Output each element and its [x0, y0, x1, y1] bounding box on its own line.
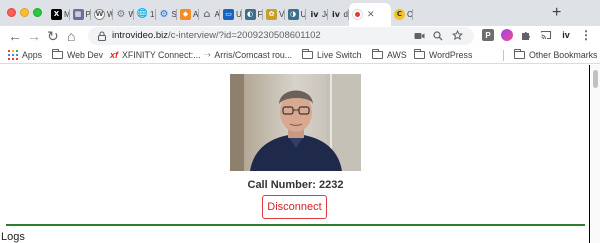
arrow-icon: ⤑	[204, 50, 211, 59]
zoom-icon[interactable]	[433, 31, 443, 41]
star-icon[interactable]	[452, 30, 463, 41]
folder-icon	[514, 49, 525, 59]
tab[interactable]: ◐Fr	[242, 3, 263, 25]
fr-favicon-icon: ◐	[244, 8, 256, 20]
apps-grid-icon	[8, 50, 18, 60]
xfinity-icon: xf	[110, 50, 119, 60]
c-favicon-icon: C	[394, 8, 405, 20]
tab[interactable]: ⚙ S	[156, 3, 178, 25]
extension-paint-icon[interactable]	[501, 29, 513, 41]
x-favicon-icon: X	[51, 8, 62, 20]
lock-icon[interactable]	[96, 30, 108, 42]
tab[interactable]: ◑ U	[285, 3, 306, 25]
tab[interactable]: ⚙ W	[113, 3, 134, 25]
bookmark-xfinity[interactable]: xf XFINITY Connect:...	[110, 49, 201, 61]
close-tab-icon[interactable]: ✕	[367, 9, 375, 20]
bookmark-label: Apps	[22, 50, 43, 60]
bookmark-label: XFINITY Connect:...	[122, 50, 201, 60]
scrollbar-thumb[interactable]	[593, 70, 598, 88]
bookmark-arris[interactable]: ⤑ Arris/Comcast rou...	[204, 49, 292, 61]
bookmark-wordpress[interactable]: WordPress	[414, 49, 472, 61]
bookmark-live-switch[interactable]: Live Switch	[302, 49, 362, 61]
folder-icon	[302, 49, 313, 59]
bookmark-label: Web Dev	[67, 50, 104, 60]
tab[interactable]: ivdi	[328, 3, 349, 25]
recording-favicon-icon	[352, 9, 363, 20]
wordpress-favicon-icon: W	[94, 8, 105, 20]
close-window-button[interactable]	[7, 8, 16, 17]
bookmark-label: Arris/Comcast rou...	[214, 50, 293, 60]
gear-favicon-icon: ⚙	[116, 8, 126, 20]
reload-button[interactable]: ↻	[47, 27, 59, 45]
disconnect-button[interactable]: Disconnect	[262, 195, 327, 219]
tab[interactable]: ⌂ A	[199, 3, 221, 25]
tab-label: C	[407, 9, 413, 19]
introvideo-extension-icon[interactable]: iv	[559, 29, 573, 41]
extensions-puzzle-icon[interactable]	[520, 29, 532, 41]
aws-favicon-icon: ◆	[180, 8, 191, 20]
tab[interactable]: ▭ U	[220, 3, 242, 25]
webcam-video-image	[230, 74, 361, 171]
tabs: XM ▦P WW ⚙W 🌐13 ⚙S ◆A ⌂A ▭U ◐Fr ✿Vi ◑U i…	[48, 2, 413, 26]
u-favicon-icon: ◑	[287, 8, 299, 20]
extension-p-icon[interactable]: P	[482, 29, 494, 41]
tab[interactable]: ✿Vi	[263, 3, 285, 25]
tab[interactable]: CC	[391, 3, 413, 25]
page-scrollbar[interactable]	[591, 65, 600, 243]
bookmarks-bar: Apps Web Dev xf XFINITY Connect:... ⤑ Ar…	[0, 46, 600, 64]
tab-active[interactable]: ✕	[349, 3, 391, 26]
address-bar[interactable]: introvideo.biz/c-interview/?id=200923050…	[88, 27, 474, 45]
tab[interactable]: XM	[48, 3, 70, 25]
folder-icon	[372, 49, 383, 59]
introvideo-favicon-icon: iv	[332, 9, 340, 19]
camera-icon[interactable]	[414, 31, 425, 41]
home-favicon-icon: ⌂	[203, 8, 211, 20]
divider	[6, 224, 585, 226]
grid-favicon-icon: ▦	[72, 8, 84, 20]
bookmark-apps[interactable]: Apps	[8, 49, 42, 61]
bookmark-web-dev[interactable]: Web Dev	[52, 49, 103, 61]
minimize-window-button[interactable]	[20, 8, 29, 17]
browser-toolbar: ← → ↻ ⌂ introvideo.biz/c-interview/?id=2…	[0, 26, 600, 46]
tab[interactable]: 🌐13	[134, 3, 156, 25]
home-button[interactable]: ⌂	[67, 27, 75, 45]
bookmark-label: AWS	[387, 50, 407, 60]
bookmark-label: WordPress	[429, 50, 473, 60]
bookmark-aws[interactable]: AWS	[372, 49, 407, 61]
u-favicon-icon: ▭	[223, 8, 234, 20]
more-menu-icon[interactable]: ⋮	[580, 28, 592, 42]
url-host: introvideo.biz	[112, 30, 168, 41]
fullscreen-window-button[interactable]	[33, 8, 42, 17]
settings-favicon-icon: ⚙	[159, 8, 169, 20]
new-tab-button[interactable]: +	[552, 5, 561, 21]
bookmarks-separator	[503, 50, 504, 61]
tab[interactable]: ivJo	[306, 3, 328, 25]
folder-icon	[52, 49, 63, 59]
video-feed	[230, 74, 361, 171]
folder-icon	[414, 49, 425, 59]
globe-favicon-icon: 🌐	[136, 9, 149, 19]
url-path: /c-interview/?id=2009230508601102	[167, 30, 321, 41]
introvideo-favicon-icon: iv	[310, 9, 319, 19]
tab[interactable]: ▦ P	[70, 3, 92, 25]
flower-favicon-icon: ✿	[266, 8, 277, 20]
call-number-label: Call Number: 2232	[247, 179, 344, 191]
bookmark-label: Other Bookmarks	[529, 50, 598, 60]
page-content: Call Number: 2232 Disconnect Logs	[0, 65, 590, 243]
tab[interactable]: WW	[91, 3, 113, 25]
bookmark-other[interactable]: Other Bookmarks	[514, 49, 597, 61]
logs-heading: Logs	[1, 231, 25, 243]
tab-strip: XM ▦P WW ⚙W 🌐13 ⚙S ◆A ⌂A ▭U ◐Fr ✿Vi ◑U i…	[0, 0, 600, 26]
back-button[interactable]: ←	[8, 27, 22, 45]
tab[interactable]: ◆ A	[177, 3, 199, 25]
bookmark-label: Live Switch	[317, 50, 362, 60]
cast-icon[interactable]	[540, 29, 552, 41]
forward-button[interactable]: →	[27, 27, 41, 45]
url-text[interactable]: introvideo.biz/c-interview/?id=200923050…	[112, 30, 321, 41]
